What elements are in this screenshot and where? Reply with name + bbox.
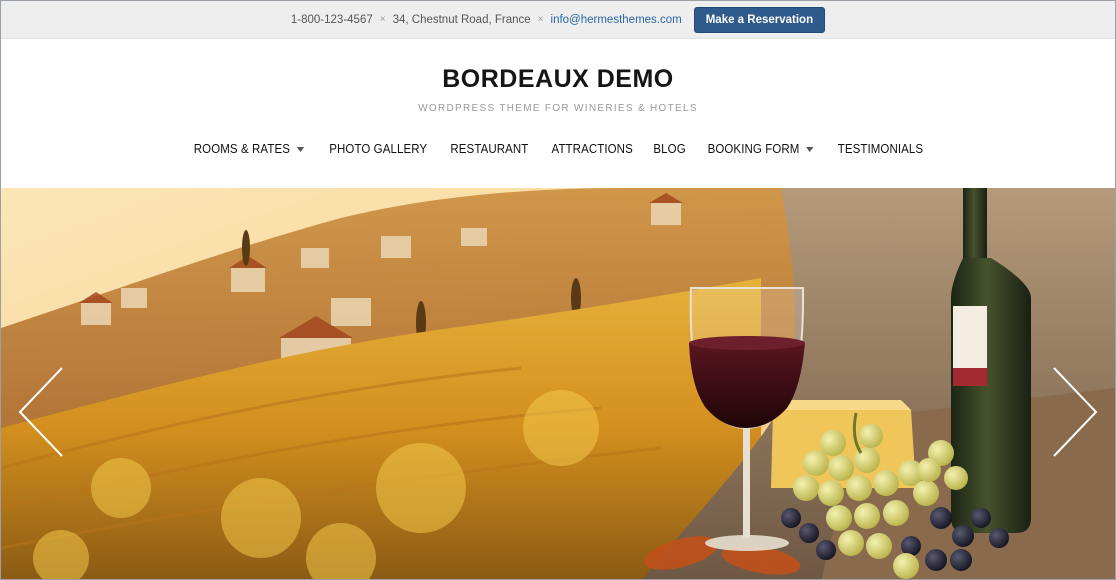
- nav-item-rooms-rates[interactable]: ROOMS & RATES: [194, 142, 304, 156]
- address-text: 34, Chestnut Road, France: [392, 13, 531, 26]
- make-reservation-button[interactable]: Make a Reservation: [693, 6, 826, 33]
- chevron-left-icon[interactable]: [16, 366, 66, 458]
- phone-number[interactable]: 1-800-123-4567: [291, 14, 373, 26]
- nav-item-attractions[interactable]: ATTRACTIONS: [551, 142, 632, 156]
- nav-item-label: BOOKING FORM: [707, 142, 800, 156]
- site-title[interactable]: BORDEAUX DEMO: [1, 65, 1115, 94]
- nav-item-label: RESTAURANT: [450, 142, 529, 156]
- top-contact-bar: 1-800-123-4567 × 34, Chestnut Road, Fran…: [1, 1, 1115, 39]
- chevron-right-icon[interactable]: [1050, 366, 1100, 458]
- site-tagline: WORDPRESS THEME FOR WINERIES & HOTELS: [418, 103, 698, 114]
- separator-icon: ×: [379, 14, 386, 25]
- nav-item-label: ROOMS & RATES: [193, 142, 290, 156]
- site-header: BORDEAUX DEMO WORDPRESS THEME FOR WINERI…: [1, 40, 1115, 188]
- email-link[interactable]: info@hermesthemes.com: [551, 14, 682, 26]
- nav-item-blog[interactable]: BLOG: [654, 142, 686, 156]
- dropdown-caret-icon: [296, 146, 304, 152]
- nav-item-label: BLOG: [653, 142, 686, 156]
- page-frame: 1-800-123-4567 × 34, Chestnut Road, Fran…: [0, 0, 1116, 580]
- hero-slider: [1, 188, 1115, 579]
- main-navigation: ROOMS & RATES PHOTO GALLERY RESTAURANT A…: [1, 142, 1115, 156]
- nav-item-booking-form[interactable]: BOOKING FORM: [708, 142, 814, 156]
- hero-image: [1, 188, 1115, 579]
- nav-item-restaurant[interactable]: RESTAURANT: [450, 142, 528, 156]
- nav-item-label: TESTIMONIALS: [837, 142, 924, 156]
- dropdown-caret-icon: [806, 146, 814, 152]
- nav-item-label: ATTRACTIONS: [551, 142, 633, 156]
- nav-item-label: PHOTO GALLERY: [328, 142, 427, 156]
- nav-item-photo-gallery[interactable]: PHOTO GALLERY: [329, 142, 427, 156]
- nav-item-testimonials[interactable]: TESTIMONIALS: [838, 142, 923, 156]
- separator-icon: ×: [537, 14, 544, 25]
